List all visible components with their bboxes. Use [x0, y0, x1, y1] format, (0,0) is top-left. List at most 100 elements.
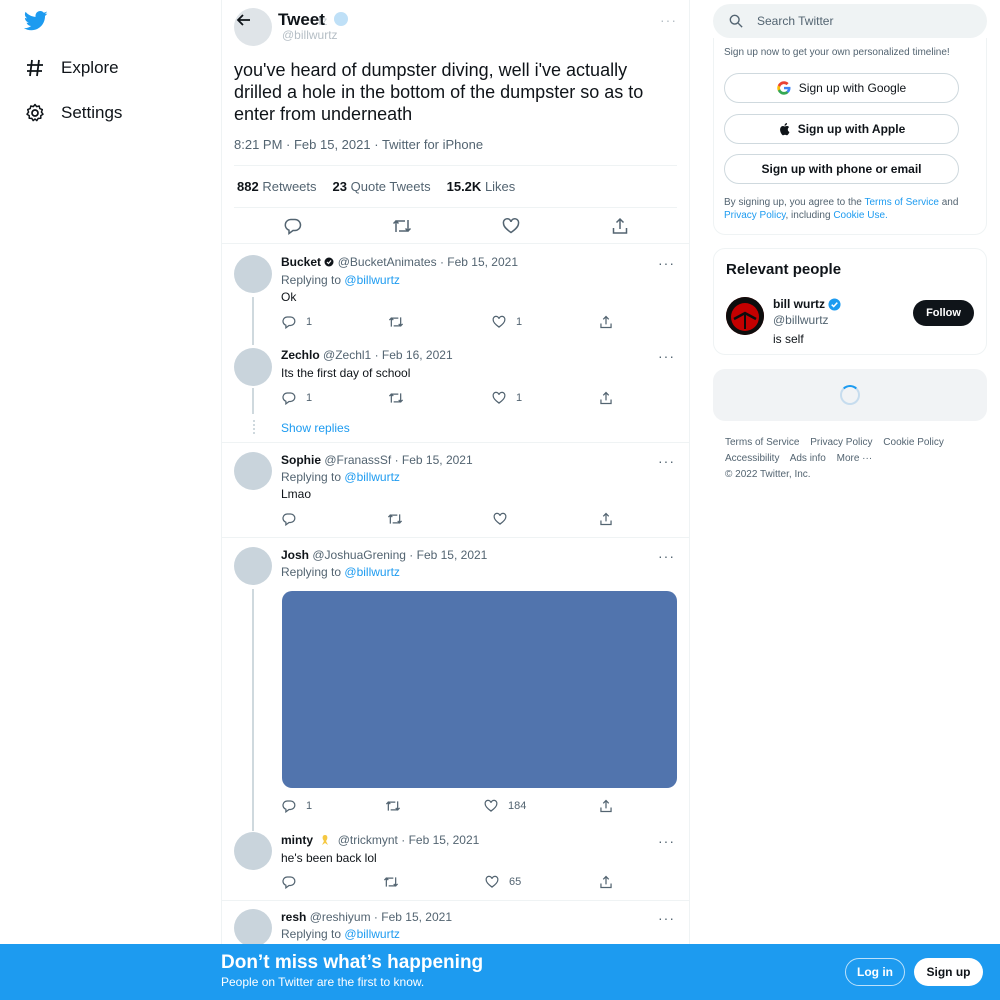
- reply-author-handle[interactable]: @reshiyum: [310, 910, 371, 924]
- more-options-icon[interactable]: ···: [658, 548, 675, 564]
- share-button[interactable]: [599, 875, 623, 889]
- reply-author-handle[interactable]: @BucketAnimates: [338, 255, 437, 269]
- avatar[interactable]: [234, 255, 272, 293]
- retweet-button[interactable]: [388, 391, 414, 405]
- reply-media-image[interactable]: [282, 591, 677, 788]
- reply-author-handle[interactable]: @JoshuaGrening: [312, 548, 406, 562]
- like-icon[interactable]: [499, 214, 523, 238]
- reply-author-handle[interactable]: @Zechl1: [323, 348, 371, 362]
- reply-button[interactable]: 1: [282, 391, 312, 405]
- signup-apple-button[interactable]: Sign up with Apple: [724, 114, 959, 144]
- reply-author-name[interactable]: Sophie: [281, 453, 321, 467]
- retweet-button[interactable]: [387, 512, 413, 526]
- share-button[interactable]: [599, 315, 623, 329]
- reply-minty[interactable]: minty @trickmynt · Feb 15, 2021 ··· he's…: [222, 821, 689, 901]
- reply-date[interactable]: Feb 15, 2021: [417, 548, 488, 562]
- person-handle[interactable]: @billwurtz: [773, 313, 829, 327]
- reply-button[interactable]: [282, 512, 306, 526]
- login-button[interactable]: Log in: [845, 958, 905, 986]
- avatar[interactable]: [234, 452, 272, 490]
- footer-more-link[interactable]: More ···: [837, 453, 873, 464]
- avatar[interactable]: [726, 297, 764, 335]
- nav-explore[interactable]: Explore: [24, 53, 119, 83]
- reply-author-name[interactable]: Zechlo: [281, 348, 320, 362]
- reply-button[interactable]: 1: [282, 315, 312, 329]
- more-options-icon[interactable]: ···: [660, 12, 677, 28]
- share-button[interactable]: [599, 391, 623, 405]
- reply-author-handle[interactable]: @FranassSf: [324, 453, 391, 467]
- footer-link[interactable]: Privacy Policy: [810, 437, 872, 448]
- share-button[interactable]: [599, 512, 623, 526]
- like-icon: [492, 315, 506, 328]
- show-replies-link[interactable]: Show replies: [281, 421, 350, 435]
- share-icon: [600, 512, 612, 526]
- replying-to-link[interactable]: @billwurtz: [344, 470, 400, 484]
- more-options-icon[interactable]: ···: [658, 255, 675, 271]
- like-button[interactable]: [493, 512, 517, 526]
- reply-icon[interactable]: [281, 214, 305, 238]
- like-button[interactable]: 1: [492, 315, 522, 329]
- avatar[interactable]: [234, 909, 272, 947]
- follow-button[interactable]: Follow: [913, 300, 974, 326]
- reply-author-name[interactable]: minty: [281, 833, 313, 847]
- reply-date[interactable]: Feb 15, 2021: [381, 910, 452, 924]
- reply-button[interactable]: 1: [282, 799, 312, 813]
- share-icon[interactable]: [608, 214, 632, 238]
- reply-icon: [282, 316, 296, 329]
- more-options-icon[interactable]: ···: [658, 833, 675, 849]
- person-name[interactable]: bill wurtz: [773, 297, 841, 311]
- reply-button[interactable]: [282, 875, 306, 889]
- cookie-link[interactable]: Cookie Use.: [833, 210, 887, 221]
- person-name-text: bill wurtz: [773, 297, 825, 311]
- retweet-button[interactable]: [385, 799, 411, 813]
- tweet-time[interactable]: 8:21 PM: [234, 137, 282, 152]
- tweet-date[interactable]: Feb 15, 2021: [294, 137, 371, 152]
- reply-date[interactable]: Feb 16, 2021: [382, 348, 453, 362]
- reply-author-handle[interactable]: @trickmynt: [338, 833, 398, 847]
- reply-date[interactable]: Feb 15, 2021: [447, 255, 518, 269]
- like-button[interactable]: 184: [484, 799, 526, 813]
- back-arrow-icon[interactable]: [234, 10, 254, 30]
- share-button[interactable]: [599, 799, 623, 813]
- retweet-button[interactable]: [383, 875, 409, 889]
- more-options-icon[interactable]: ···: [658, 453, 675, 469]
- retweet-button[interactable]: [388, 315, 414, 329]
- quote-tweets-stat[interactable]: 23 Quote Tweets: [333, 179, 431, 194]
- author-handle[interactable]: @billwurtz: [282, 28, 338, 42]
- footer-link[interactable]: Ads info: [790, 453, 826, 464]
- replying-to-link[interactable]: @billwurtz: [344, 273, 400, 287]
- signup-banner: Don’t miss what’s happening People on Tw…: [0, 944, 1000, 1000]
- retweet-icon[interactable]: [390, 214, 414, 238]
- reply-author-name[interactable]: Bucket: [281, 255, 321, 269]
- more-options-icon[interactable]: ···: [658, 910, 675, 926]
- twitter-bird-icon[interactable]: [23, 10, 48, 34]
- likes-stat[interactable]: 15.2K Likes: [447, 179, 516, 194]
- signup-google-button[interactable]: Sign up with Google: [724, 73, 959, 103]
- signup-phone-email-button[interactable]: Sign up with phone or email: [724, 154, 959, 184]
- share-icon: [600, 391, 612, 405]
- reply-date[interactable]: Feb 15, 2021: [409, 833, 480, 847]
- reply-sophie[interactable]: Sophie @FranassSf · Feb 15, 2021 ··· Rep…: [222, 442, 689, 537]
- avatar[interactable]: [234, 348, 272, 386]
- right-sidebar: Search Twitter Sign up now to get your o…: [713, 0, 987, 1000]
- reply-author-name[interactable]: Josh: [281, 548, 309, 562]
- footer-link[interactable]: Terms of Service: [725, 437, 799, 448]
- nav-settings[interactable]: Settings: [24, 98, 122, 128]
- replying-to-link[interactable]: @billwurtz: [344, 565, 400, 579]
- like-button[interactable]: 1: [492, 391, 522, 405]
- retweets-stat[interactable]: 882 Retweets: [237, 179, 317, 194]
- replying-to-link[interactable]: @billwurtz: [344, 927, 400, 941]
- more-options-icon[interactable]: ···: [658, 348, 675, 364]
- terms-link[interactable]: Terms of Service: [864, 197, 938, 208]
- like-button[interactable]: 65: [485, 875, 521, 889]
- tweet-source[interactable]: Twitter for iPhone: [382, 137, 483, 152]
- avatar[interactable]: [234, 547, 272, 585]
- avatar[interactable]: [234, 832, 272, 870]
- signup-button[interactable]: Sign up: [914, 958, 983, 986]
- privacy-link[interactable]: Privacy Policy: [724, 210, 786, 221]
- footer-link[interactable]: Accessibility: [725, 453, 779, 464]
- footer-link[interactable]: Cookie Policy: [883, 437, 944, 448]
- reply-date[interactable]: Feb 15, 2021: [402, 453, 473, 467]
- search-input[interactable]: Search Twitter: [713, 4, 987, 38]
- reply-author-name[interactable]: resh: [281, 910, 306, 924]
